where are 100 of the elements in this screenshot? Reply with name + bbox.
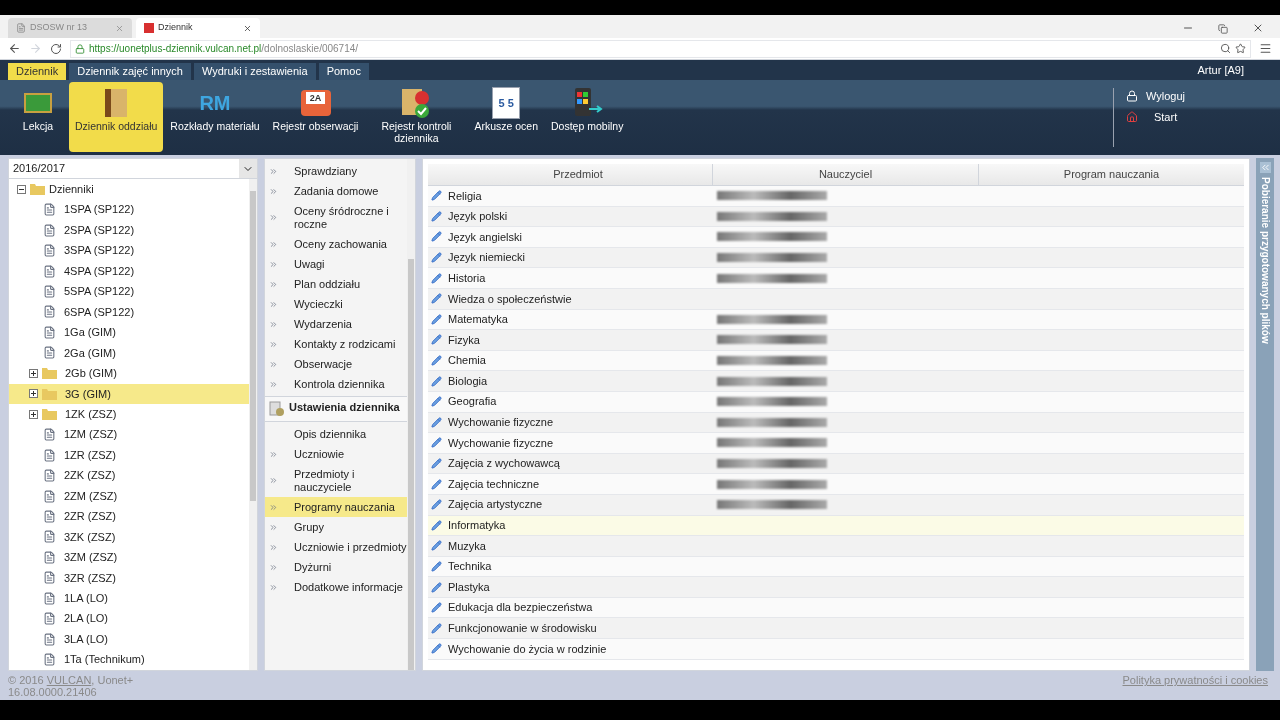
menu-icon[interactable] [1259,42,1272,55]
ribbon-button[interactable]: Rejestr kontroli dziennika [365,82,468,152]
table-row[interactable]: Religia [428,186,1244,207]
table-row[interactable]: Zajęcia artystyczne [428,494,1244,516]
zoom-icon[interactable] [1220,43,1231,54]
table-row[interactable]: Biologia [428,371,1244,392]
menu-link[interactable]: Obserwacje [265,354,407,374]
tree-item[interactable]: 2ZR (ZSZ) [9,506,249,527]
menu-link[interactable]: Kontrola dziennika [265,374,407,394]
edit-icon[interactable] [431,231,442,243]
tree-item[interactable]: 2LA (LO) [9,608,249,629]
menu-link[interactable]: Plan oddziału [265,274,407,294]
tree-item[interactable]: 2Ga (GIM) [9,342,249,364]
menu-tab[interactable]: Dziennik [8,63,67,80]
table-row[interactable]: Muzyka [428,536,1244,557]
bookmark-star-icon[interactable] [1235,43,1246,54]
edit-icon[interactable] [431,437,442,449]
menu-link[interactable]: Zadania domowe [265,181,407,201]
edit-icon[interactable] [431,602,442,614]
table-row[interactable]: Plastyka [428,577,1244,598]
address-bar[interactable]: https://uonetplus-dziennik.vulcan.net.pl/dolnoslaskie/006714/ [70,39,1251,58]
session-link[interactable]: Wyloguj [1125,88,1185,105]
tree-item[interactable]: 1SPA (SP122) [9,199,249,220]
table-row[interactable]: Edukacja dla bezpieczeństwa [428,597,1244,619]
menu-tab[interactable]: Dziennik zajęć innych [69,63,191,80]
edit-icon[interactable] [431,355,442,367]
edit-icon[interactable] [431,375,442,387]
tree-item[interactable]: 3G (GIM) [9,383,249,404]
edit-icon[interactable] [431,561,442,572]
edit-icon[interactable] [431,622,442,634]
session-link[interactable]: Start [1125,108,1185,125]
menu-link[interactable]: Dodatkowe informacje [265,577,407,597]
table-row[interactable]: Informatyka [428,515,1244,537]
table-row[interactable]: Funkcjonowanie w środowisku [428,618,1244,640]
column-header[interactable]: Przedmiot [444,164,712,185]
table-row[interactable]: Język angielski [428,227,1244,248]
tree-item[interactable]: 6SPA (SP122) [9,301,249,323]
edit-icon[interactable] [431,334,442,346]
column-header[interactable]: Program nauczania [978,164,1244,185]
tree-item[interactable]: 2Gb (GIM) [9,363,249,384]
close-icon[interactable] [1252,22,1264,34]
menu-link[interactable]: Uwagi [265,254,407,274]
menu-link[interactable]: Oceny śródroczne i roczne [265,201,407,234]
menu-link[interactable]: Uczniowie i przedmioty [265,537,407,557]
table-row[interactable]: Zajęcia z wychowawcą [428,453,1244,475]
tree-item[interactable]: 5SPA (SP122) [9,281,249,302]
menu-link[interactable]: Opis dziennika [265,424,407,444]
reload-icon[interactable] [50,42,62,55]
edit-icon[interactable] [431,458,442,469]
menu-tab[interactable]: Pomoc [318,63,369,80]
menu-link[interactable]: Kontakty z rodzicami [265,334,407,354]
table-row[interactable]: Chemia [428,350,1244,372]
edit-icon[interactable] [431,643,442,655]
edit-icon[interactable] [431,190,442,202]
scrollbar[interactable] [407,159,415,670]
expand-icon[interactable] [29,389,38,399]
menu-link[interactable]: Oceny zachowania [265,234,407,254]
ribbon-button[interactable]: 2A Rejestr obserwacji [266,82,365,152]
tree-item[interactable]: 3ZM (ZSZ) [9,547,249,568]
collapse-icon[interactable] [17,184,26,194]
back-icon[interactable] [8,42,21,55]
edit-icon[interactable] [431,210,442,222]
ribbon-button[interactable]: RM Rozkłady materiału [164,82,266,152]
browser-tab[interactable]: Dziennik [136,18,260,38]
table-row[interactable]: Historia [428,268,1244,289]
edit-icon[interactable] [431,416,442,428]
edit-icon[interactable] [431,581,442,593]
edit-icon[interactable] [431,272,442,284]
tree-item[interactable]: 2SPA (SP122) [9,219,249,241]
menu-tab[interactable]: Wydruki i zestawienia [193,63,316,80]
table-row[interactable]: Wychowanie fizyczne [428,412,1244,434]
edit-icon[interactable] [431,396,442,408]
table-row[interactable]: Wychowanie do życia w rodzinie [428,639,1244,660]
column-header[interactable]: Nauczyciel [712,164,978,185]
ribbon-button[interactable]: Dziennik oddziału [69,82,164,152]
edit-icon[interactable] [431,313,442,325]
tree-item[interactable]: 1ZR (ZSZ) [9,444,249,466]
table-row[interactable]: Matematyka [428,309,1244,331]
table-row[interactable]: Fizyka [428,330,1244,351]
menu-link[interactable]: Uczniowie [265,444,407,464]
menu-link[interactable]: Wydarzenia [265,314,407,334]
edit-icon[interactable] [431,478,442,490]
expand-icon[interactable] [29,409,38,419]
table-row[interactable]: Technika [428,556,1244,578]
tree-item[interactable]: 3ZK (ZSZ) [9,526,249,548]
restore-icon[interactable] [1218,24,1228,34]
edit-icon[interactable] [431,519,442,531]
table-row[interactable]: Geografia [428,391,1244,413]
ribbon-button[interactable]: 5 5 Arkusze ocen [468,82,544,152]
year-select[interactable]: 2016/2017 [9,159,257,179]
ribbon-button[interactable]: Dostęp mobilny [545,82,630,152]
tree-item[interactable]: 1Ga (GIM) [9,322,249,343]
tree-item[interactable]: 1Ta (Technikum) [9,649,249,670]
menu-link[interactable]: Przedmioty i nauczyciele [265,464,407,497]
menu-link[interactable]: Wycieczki [265,294,407,314]
tree-item[interactable]: 3LA (LO) [9,628,249,650]
edit-icon[interactable] [431,540,442,552]
table-row[interactable]: Zajęcia techniczne [428,474,1244,495]
close-icon[interactable] [243,23,252,33]
menu-link[interactable]: Grupy [265,517,407,537]
